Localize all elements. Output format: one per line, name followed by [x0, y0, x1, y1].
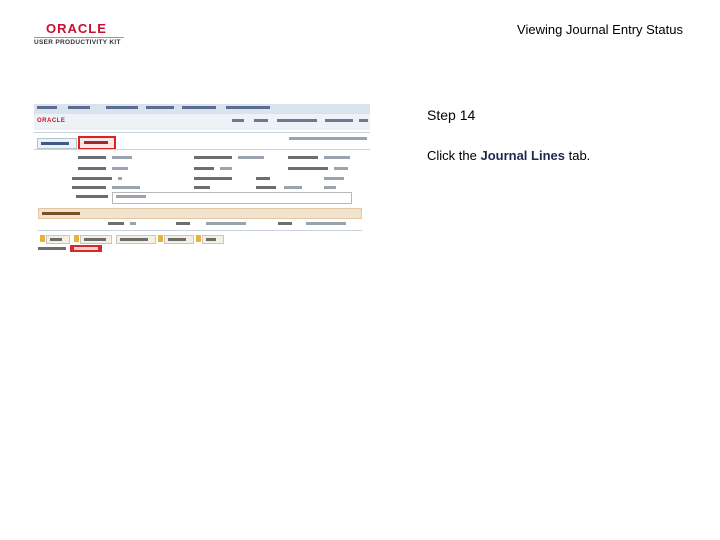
instruction-suffix: tab. — [565, 148, 591, 163]
oracle-upk-logo: ORACLE USER PRODUCTIVITY KIT — [34, 22, 124, 48]
bottom-tab-journal-lines-highlighted[interactable] — [70, 245, 102, 252]
application-screenshot: ORACLE — [34, 104, 370, 254]
divider — [34, 132, 370, 133]
step-instruction: Click the Journal Lines tab. — [427, 148, 590, 163]
instruction-prefix: Click the — [427, 148, 481, 163]
screenshot-logo: ORACLE — [37, 118, 66, 124]
journal-line-group-header — [38, 208, 362, 219]
tab-journal-header[interactable] — [37, 138, 77, 149]
divider — [38, 230, 362, 231]
return-to-search-button[interactable] — [80, 235, 112, 244]
instruction-target: Journal Lines — [480, 148, 565, 163]
bottom-tab-label — [38, 247, 66, 250]
divider — [34, 149, 370, 150]
screenshot-menu-bar — [34, 104, 370, 114]
previous-in-list-button[interactable] — [116, 235, 156, 244]
long-description-field[interactable] — [112, 192, 352, 204]
notify-button[interactable] — [202, 235, 224, 244]
tab-journal-lines-highlighted[interactable] — [78, 136, 116, 150]
logo-divider — [34, 37, 124, 38]
logo-wordmark: ORACLE — [46, 21, 107, 36]
logo-product-name: USER PRODUCTIVITY KIT — [34, 39, 121, 46]
step-number: Step 14 — [427, 107, 476, 123]
page-title: Viewing Journal Entry Status — [517, 22, 683, 37]
next-in-list-button[interactable] — [164, 235, 194, 244]
screenshot-brand-bar — [34, 114, 370, 130]
new-window-links — [289, 137, 367, 140]
save-button[interactable] — [46, 235, 70, 244]
